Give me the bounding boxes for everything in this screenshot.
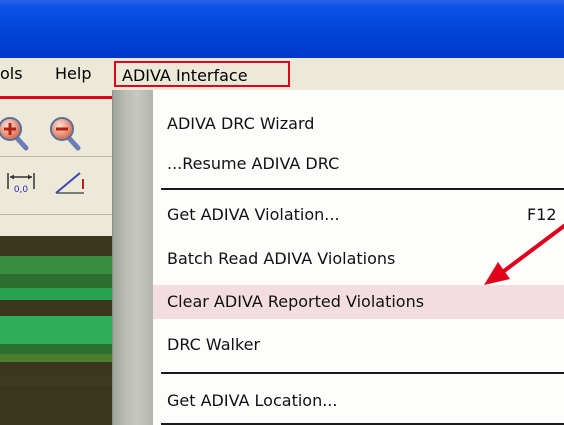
menu-item-drc-walker[interactable]: DRC Walker xyxy=(153,328,564,362)
zoom-in-icon[interactable] xyxy=(0,113,34,153)
menu-item-get-violation[interactable]: Get ADIVA Violation... F12 xyxy=(153,198,564,232)
window-title-bar xyxy=(0,0,564,58)
dimension-icon[interactable]: 0,0 xyxy=(0,165,40,205)
layout-canvas[interactable] xyxy=(0,236,112,425)
menu-adiva-interface[interactable]: ADIVA Interface xyxy=(114,61,290,87)
angle-icon[interactable] xyxy=(50,165,90,205)
menu-item-label: Get ADIVA Violation... xyxy=(167,205,340,224)
dimension-label: 0,0 xyxy=(14,185,29,195)
menu-separator xyxy=(161,372,564,374)
menu-item-clear-violations[interactable]: Clear ADIVA Reported Violations xyxy=(153,285,564,319)
pcb-trace xyxy=(0,316,112,344)
menu-icon-gutter xyxy=(113,90,153,425)
menu-item-label: ...Resume ADIVA DRC xyxy=(167,154,340,173)
menu-tools-label: ols xyxy=(0,64,23,83)
toolbar-separator xyxy=(0,214,112,215)
menu-adiva-label: ADIVA Interface xyxy=(122,66,248,85)
menu-item-label: DRC Walker xyxy=(167,335,261,354)
menu-help[interactable]: Help xyxy=(55,58,91,90)
menu-item-label: Batch Read ADIVA Violations xyxy=(167,249,396,268)
menu-bar: ols Help ADIVA Interface xyxy=(0,58,564,91)
menu-item-resume-drc[interactable]: ...Resume ADIVA DRC xyxy=(153,147,564,181)
menu-tools[interactable]: ols xyxy=(0,58,23,90)
zoom-out-icon[interactable] xyxy=(46,113,86,153)
pcb-trace xyxy=(0,288,112,300)
menu-help-label: Help xyxy=(55,64,92,83)
pcb-trace xyxy=(0,354,112,362)
pcb-trace xyxy=(0,256,112,274)
menu-item-batch-read[interactable]: Batch Read ADIVA Violations xyxy=(153,242,564,276)
menu-item-shortcut: F12 xyxy=(527,205,557,224)
menu-item-label: Get ADIVA Location... xyxy=(167,391,338,410)
menu-item-label: ADIVA DRC Wizard xyxy=(167,114,315,133)
pcb-trace xyxy=(0,274,112,288)
pcb-trace xyxy=(0,376,112,386)
active-menu-indicator xyxy=(0,96,112,99)
adiva-dropdown-menu: ADIVA DRC Wizard ...Resume ADIVA DRC Get… xyxy=(112,90,564,425)
toolbar-separator xyxy=(0,156,112,157)
menu-item-label: Clear ADIVA Reported Violations xyxy=(167,292,425,311)
menu-separator xyxy=(161,188,564,190)
menu-item-get-location[interactable]: Get ADIVA Location... xyxy=(153,384,564,418)
menu-item-drc-wizard[interactable]: ADIVA DRC Wizard xyxy=(153,107,564,141)
pcb-trace xyxy=(0,344,112,354)
